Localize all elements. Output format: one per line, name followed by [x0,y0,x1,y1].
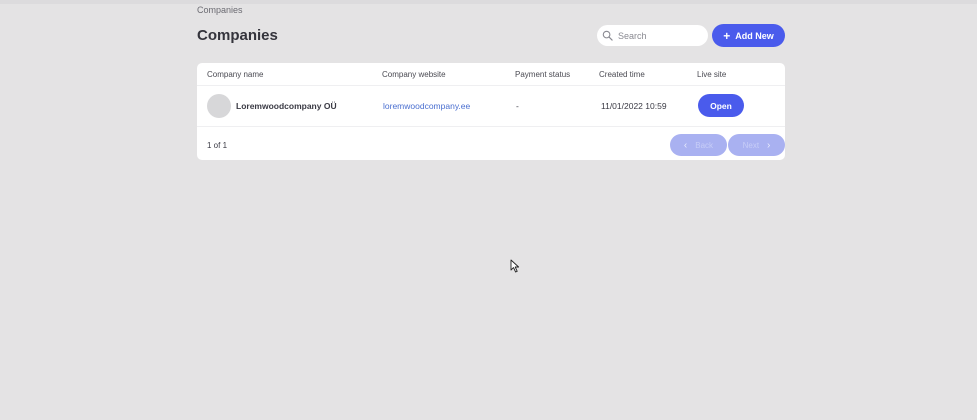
back-label: Back [695,140,714,150]
avatar [207,94,231,118]
companies-table: Company name Company website Payment sta… [197,63,785,160]
payment-status-cell: - [516,101,519,111]
breadcrumb[interactable]: Companies [197,5,243,15]
pagination-status: 1 of 1 [207,141,228,150]
open-live-site-button[interactable]: Open [698,94,744,117]
pagination-next-button[interactable]: Next › [728,134,785,156]
column-header-payment-status[interactable]: Payment status [515,70,570,79]
column-header-created-time[interactable]: Created time [599,70,645,79]
chevron-right-icon: › [767,139,771,151]
row-divider [197,126,785,127]
pagination-back-button[interactable]: ‹ Back [670,134,727,156]
column-header-company-website[interactable]: Company website [382,70,446,79]
column-header-live-site[interactable]: Live site [697,70,726,79]
add-new-button[interactable]: + Add New [712,24,785,47]
next-label: Next [742,140,760,150]
search-box[interactable] [597,25,708,46]
search-input[interactable] [618,30,703,41]
column-header-company-name[interactable]: Company name [207,70,263,79]
created-time-cell: 11/01/2022 10:59 [601,101,667,111]
company-name-cell: Loremwoodcompany OÜ [236,101,337,111]
header-divider [197,85,785,86]
add-new-label: Add New [735,30,774,41]
top-bar [0,0,977,4]
search-icon [602,30,613,41]
mouse-cursor-icon [510,259,520,273]
plus-icon: + [723,28,731,43]
page-title: Companies [197,27,278,44]
company-website-link[interactable]: loremwoodcompany.ee [383,101,470,111]
chevron-left-icon: ‹ [683,139,688,151]
